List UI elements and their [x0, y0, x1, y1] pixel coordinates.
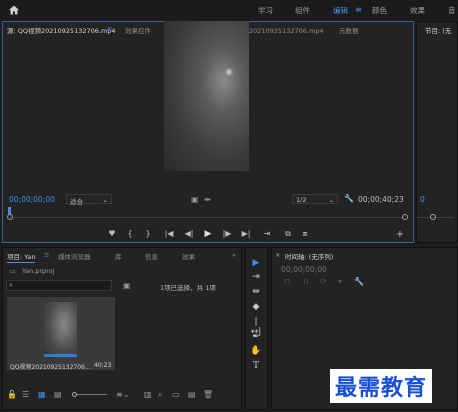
workspace-tab-assembly[interactable]: 组件 [295, 5, 310, 16]
workspace-tab-audio[interactable]: 音 [448, 5, 456, 16]
tab-menu-icon[interactable]: ≡ [44, 251, 49, 259]
zoom-slider-track[interactable] [77, 394, 107, 395]
source-duration-timecode: 00;00;40;23 [358, 195, 404, 204]
tab-program[interactable]: 节目: (无 [425, 25, 451, 35]
tab-metadata[interactable]: 元数据 [339, 25, 359, 35]
drag-audio-icon[interactable]: ⇹ [204, 195, 211, 204]
pen-tool-icon[interactable]: ✒ [250, 332, 262, 342]
new-item-icon[interactable]: ▤ [188, 390, 196, 399]
panel-overflow-icon[interactable]: » [232, 251, 236, 259]
video-preview[interactable] [164, 21, 249, 171]
fit-zoom-value: 适合 [70, 198, 83, 206]
go-to-in-button[interactable]: |◀ [164, 229, 174, 238]
zoom-scroll-bar[interactable] [10, 217, 404, 218]
type-tool-icon[interactable]: T [250, 361, 262, 371]
new-bin-from-search-icon[interactable]: ▣ [123, 281, 131, 290]
step-back-button[interactable]: ◀| [184, 229, 194, 238]
time-ruler[interactable] [6, 206, 410, 214]
clip-thumbnail-image [44, 302, 77, 358]
video-light-spot [224, 68, 234, 76]
workspace-bar [0, 0, 458, 20]
home-icon[interactable] [8, 4, 20, 16]
new-bin-icon[interactable]: ▭ [172, 390, 180, 399]
clip-progress-bar [44, 354, 77, 357]
project-folder-icon: ▭ [10, 268, 16, 275]
mark-out-button[interactable]: } [143, 229, 153, 238]
project-file-name: Yan.prproj [22, 267, 55, 275]
ripple-edit-tool-icon[interactable]: ⇹ [250, 287, 262, 297]
chevron-down-icon: ⌄ [102, 196, 108, 204]
wrench-icon[interactable]: 🔧 [354, 277, 364, 286]
tab-libraries[interactable]: 库 [115, 251, 122, 261]
button-editor-button[interactable]: + [395, 229, 405, 240]
automate-to-sequence-icon[interactable]: ▥ [144, 390, 152, 399]
hand-tool-icon[interactable]: ✋ [250, 346, 262, 356]
tab-media-browser[interactable]: 媒体浏览器 [58, 251, 91, 261]
search-icon: ⌕ [9, 281, 13, 289]
watermark-logo: 最需教育 [330, 369, 433, 403]
program-timecode-partial[interactable]: 0 [420, 195, 425, 204]
razor-tool-icon[interactable]: ◆ [250, 302, 262, 312]
play-button[interactable]: ▶ [203, 229, 213, 239]
workspace-tab-color[interactable]: 颜色 [372, 5, 387, 16]
export-frame-button-alt[interactable]: ⧈ [300, 229, 310, 239]
timeline-close-icon[interactable]: × [275, 251, 280, 259]
drag-video-icon[interactable]: ▣ [191, 195, 199, 204]
playback-resolution-select[interactable]: 1/2 ⌄ [292, 194, 338, 204]
workspace-tab-editing[interactable]: 编辑 [333, 5, 348, 16]
sort-icon[interactable]: ≡⌄ [116, 390, 129, 399]
selection-tool-icon[interactable]: ▶ [250, 258, 262, 268]
tab-effect-controls[interactable]: 效果控件 [125, 25, 151, 35]
wrench-icon[interactable]: 🔧 [344, 194, 354, 203]
fit-zoom-select[interactable]: 适合 ⌄ [66, 194, 112, 206]
trash-icon[interactable]: 🗑 [203, 390, 213, 399]
tab-timeline[interactable]: 时间轴: (无序列) [285, 251, 333, 261]
workspace-tab-learn[interactable]: 学习 [258, 5, 273, 16]
clip-name: QQ视频20210925132706... [10, 364, 91, 371]
chevron-down-icon: ⌄ [328, 196, 334, 204]
linked-selection-icon[interactable]: ⟳ [320, 277, 327, 286]
source-current-timecode[interactable]: 00;00;00;00 [9, 195, 55, 204]
list-view-icon[interactable]: ☰ [22, 390, 29, 399]
clip-duration: 40;23 [94, 362, 112, 369]
program-monitor-panel: 节目: (无 [416, 21, 458, 243]
tab-project[interactable]: 项目: Yan [7, 251, 36, 263]
add-marker-icon[interactable]: ▾ [338, 277, 342, 286]
add-marker-button[interactable]: ♥ [107, 229, 117, 238]
lock-icon[interactable]: 🔓 [7, 390, 17, 399]
insert-button[interactable]: ⇥ [262, 229, 272, 238]
workspace-tab-effects[interactable]: 效果 [410, 5, 425, 16]
selection-status: 1项已选择，共 1项 [160, 284, 216, 292]
freeform-view-icon[interactable]: ▤ [54, 390, 62, 399]
track-select-tool-icon[interactable]: ⇥ [250, 272, 262, 282]
timeline-timecode[interactable]: 00;00;00;00 [281, 265, 327, 274]
tab-info[interactable]: 信息 [145, 251, 158, 261]
playback-resolution-value: 1/2 [296, 196, 307, 204]
nest-icon[interactable]: ⊓ [284, 277, 290, 286]
tab-source[interactable]: 源: QQ视频20210925132706.mp4 [7, 25, 116, 35]
snap-icon[interactable]: ∩ [303, 277, 309, 286]
project-search-input[interactable]: ⌕ [6, 280, 112, 291]
zoom-handle-right[interactable] [402, 214, 408, 220]
workspace-menu-icon[interactable]: ≡ [355, 5, 362, 14]
tab-menu-icon[interactable]: ≡ [107, 25, 112, 33]
zoom-handle-left[interactable] [7, 214, 13, 220]
icon-view-icon[interactable]: ▦ [38, 390, 46, 399]
program-zoom-handle[interactable] [430, 214, 436, 220]
overwrite-button[interactable]: ⧉ [283, 229, 293, 239]
step-forward-button[interactable]: |▶ [222, 229, 232, 238]
find-icon[interactable]: ⌕ [158, 390, 162, 400]
mark-in-button[interactable]: { [125, 229, 135, 238]
go-to-out-button[interactable]: ▶| [241, 229, 251, 238]
tab-effects[interactable]: 效果 [182, 251, 195, 261]
